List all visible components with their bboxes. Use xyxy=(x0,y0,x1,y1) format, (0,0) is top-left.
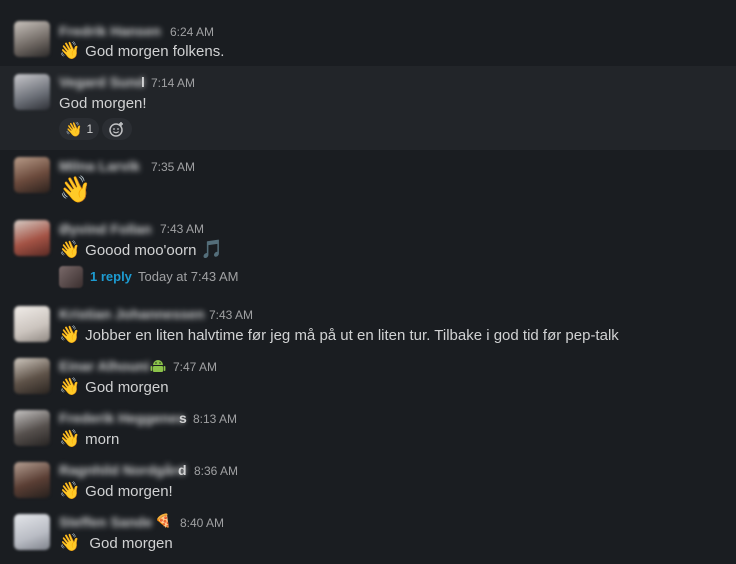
message-9: Steffen Sande 🍕 8:40 AM 👋 God morgen xyxy=(0,508,736,560)
message-body: God morgen! xyxy=(85,483,173,500)
reply-count-link[interactable]: 1 reply xyxy=(90,269,132,284)
thread-reply-avatar[interactable] xyxy=(59,266,83,288)
sender-name[interactable]: Frederik Heggenes xyxy=(59,410,185,426)
timestamp[interactable]: 8:13 AM xyxy=(193,412,237,426)
wave-emoji: 👋 xyxy=(59,240,81,259)
timestamp[interactable]: 7:35 AM xyxy=(151,160,195,174)
reaction-count: 1 xyxy=(86,122,94,136)
avatar[interactable] xyxy=(14,410,50,446)
message-text: 👋 God morgen! xyxy=(59,481,173,501)
message-body: God morgen! xyxy=(59,95,147,112)
message-text: 👋 xyxy=(59,174,91,205)
avatar[interactable] xyxy=(14,74,50,110)
avatar[interactable] xyxy=(14,306,50,342)
timestamp[interactable]: 7:47 AM xyxy=(173,360,217,374)
timestamp[interactable]: 7:43 AM xyxy=(160,222,204,236)
message-body: God morgen xyxy=(85,379,169,396)
message-body: God morgen xyxy=(89,535,173,552)
sender-name-tail: d xyxy=(178,462,187,478)
wave-emoji: 👋 xyxy=(59,429,81,448)
sender-name[interactable]: Kristian Johannessen xyxy=(59,306,205,322)
message-6: Einar Alhouni 7:47 AM 👋 God morgen xyxy=(0,352,736,402)
avatar[interactable] xyxy=(14,21,50,57)
avatar[interactable] xyxy=(14,220,50,256)
message-text: 👋 God morgen xyxy=(59,377,169,397)
message-1: Fredrik Hansen 6:24 AM 👋 God morgen folke… xyxy=(0,14,736,64)
message-body: Jobber en liten halvtime før jeg må på u… xyxy=(85,327,619,344)
message-body: Goood moo'oorn xyxy=(85,242,197,259)
message-4: Øyvind Follan 7:43 AM 👋 Goood moo'oorn 🎵 … xyxy=(0,214,736,292)
message-text: 👋 Goood moo'oorn 🎵 xyxy=(59,239,223,260)
add-reaction-icon xyxy=(109,122,123,137)
sender-name[interactable]: Ragnhild Nordgård xyxy=(59,462,186,478)
message-text: 👋 God morgen xyxy=(59,533,173,553)
timestamp[interactable]: 6:24 AM xyxy=(170,25,214,39)
wave-emoji: 👋 xyxy=(65,120,83,137)
message-body: God morgen folkens. xyxy=(85,43,225,60)
message-body: morn xyxy=(85,431,120,448)
sender-name[interactable]: Fredrik Hansen xyxy=(59,23,161,39)
sender-name[interactable]: Øyvind Follan xyxy=(59,221,152,237)
wave-emoji: 👋 xyxy=(59,481,81,500)
timestamp[interactable]: 8:40 AM xyxy=(180,516,224,530)
message-text: 👋 Jobber en liten halvtime før jeg må på … xyxy=(59,325,619,345)
timestamp[interactable]: 8:36 AM xyxy=(194,464,238,478)
sender-name[interactable]: Steffen Sande xyxy=(59,514,152,530)
add-reaction-button[interactable] xyxy=(102,118,132,140)
message-7: Frederik Heggenes s 8:13 AM 👋 morn xyxy=(0,404,736,454)
last-reply-time[interactable]: Today at 7:43 AM xyxy=(138,269,238,284)
message-text: 👋 morn xyxy=(59,429,119,449)
wave-emoji: 👋 xyxy=(59,533,81,552)
message-text: 👋 God morgen folkens. xyxy=(59,41,224,61)
avatar[interactable] xyxy=(14,358,50,394)
message-5: Kristian Johannessen 7:43 AM 👋 Jobber en … xyxy=(0,300,736,350)
avatar[interactable] xyxy=(14,514,50,550)
timestamp[interactable]: 7:43 AM xyxy=(209,308,253,322)
music-note-emoji: 🎵 xyxy=(200,239,224,259)
wave-emoji: 👋 xyxy=(59,174,92,204)
sender-name[interactable]: Milna Larvik xyxy=(59,158,140,174)
avatar[interactable] xyxy=(14,157,50,193)
sender-name[interactable]: Vegard Sund xyxy=(59,74,145,90)
wave-emoji: 👋 xyxy=(59,325,81,344)
sender-name-tail: l xyxy=(141,74,145,90)
sender-name-tail: s xyxy=(179,410,187,426)
sender-name[interactable]: Einar Alhouni xyxy=(59,358,149,374)
timestamp[interactable]: 7:14 AM xyxy=(151,76,195,90)
message-2: Vegard Sund l 7:14 AM God morgen! 👋 1 xyxy=(0,66,736,150)
wave-reaction[interactable]: 👋 1 xyxy=(59,118,100,140)
message-3: Milna Larvik 7:35 AM 👋 xyxy=(0,152,736,210)
avatar[interactable] xyxy=(14,462,50,498)
android-icon xyxy=(150,360,166,372)
status-emoji[interactable]: 🍕 xyxy=(155,513,171,529)
wave-emoji: 👋 xyxy=(59,41,81,60)
wave-emoji: 👋 xyxy=(59,377,81,396)
message-8: Ragnhild Nordgård d 8:36 AM 👋 God morgen! xyxy=(0,456,736,506)
